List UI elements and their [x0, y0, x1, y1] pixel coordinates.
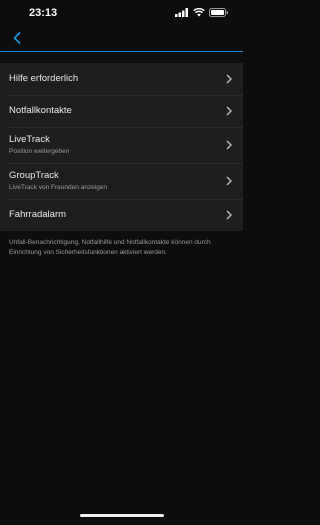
list-item-subtitle: Position weitergeben: [9, 148, 70, 155]
settings-list: Hilfe erforderlich Notfallkontakte LiveT…: [0, 63, 243, 231]
chevron-right-icon: [226, 176, 232, 186]
home-indicator: [80, 514, 164, 517]
status-time: 23:13: [29, 7, 58, 19]
chevron-right-icon: [226, 210, 232, 220]
list-item-fahrradalarm[interactable]: Fahrradalarm: [0, 199, 243, 231]
wifi-icon: [193, 8, 205, 17]
list-item-hilfe-erforderlich[interactable]: Hilfe erforderlich: [0, 63, 243, 95]
status-icons: [175, 8, 229, 17]
nav-bar: [0, 26, 243, 52]
back-button[interactable]: [8, 29, 26, 47]
list-item-subtitle: LiveTrack von Freunden anzeigen: [9, 184, 108, 191]
list-item-label: Notfallkontakte: [9, 105, 72, 116]
list-item-label: Fahrradalarm: [9, 209, 67, 220]
chevron-right-icon: [226, 106, 232, 116]
signal-icon: [175, 8, 188, 17]
list-item-label: LiveTrack: [9, 134, 50, 145]
list-item-livetrack[interactable]: LiveTrack Position weitergeben: [0, 127, 243, 163]
battery-icon: [209, 8, 228, 17]
list-item-label: Hilfe erforderlich: [9, 73, 79, 84]
chevron-right-icon: [226, 74, 232, 84]
list-item-notfallkontakte[interactable]: Notfallkontakte: [0, 95, 243, 127]
back-chevron-icon: [13, 32, 21, 44]
footer-note: Unfall-Benachrichtigung, Notfallhilfe un…: [9, 239, 211, 256]
list-item-grouptrack[interactable]: GroupTrack LiveTrack von Freunden anzeig…: [0, 163, 243, 199]
list-item-label: GroupTrack: [9, 170, 59, 181]
status-bar: 23:13: [0, 0, 243, 24]
chevron-right-icon: [226, 140, 232, 150]
